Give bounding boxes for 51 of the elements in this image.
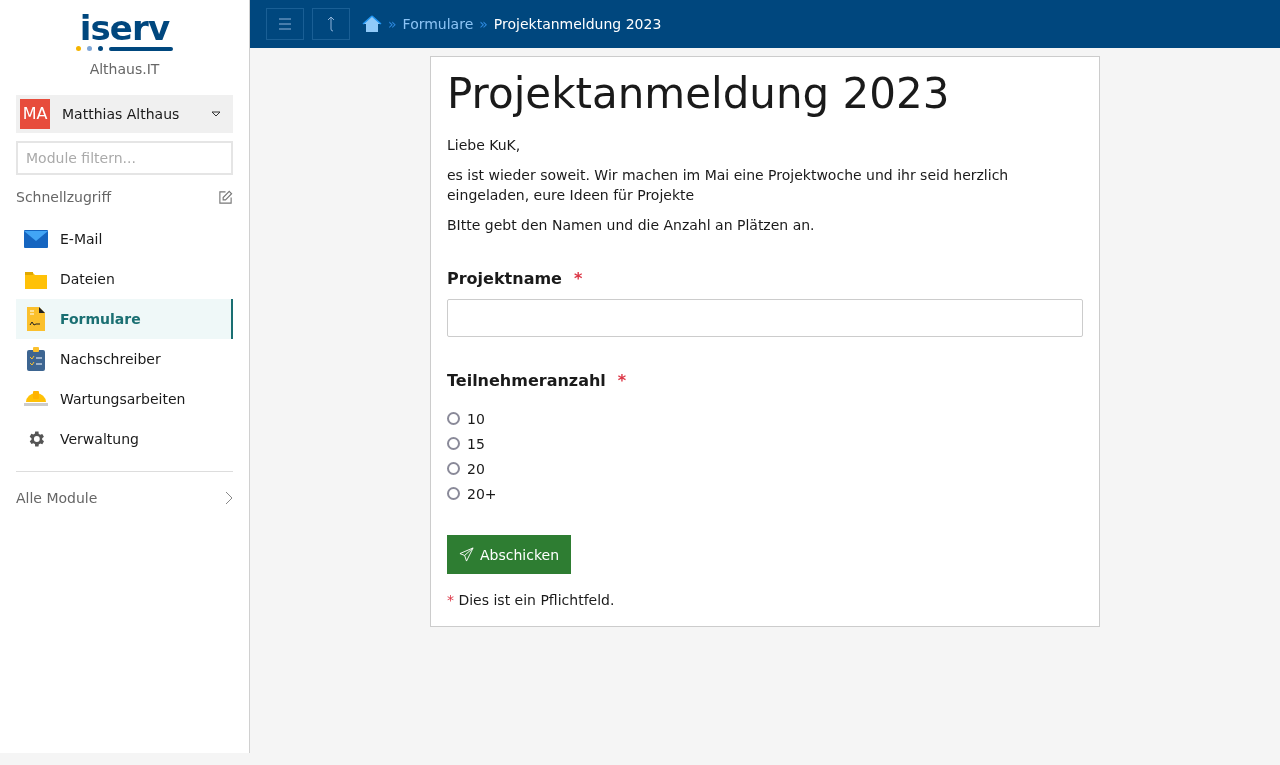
radio-button[interactable] <box>447 412 460 425</box>
breadcrumb-separator: » <box>479 15 488 34</box>
paragraph: BItte gebt den Namen und die Anzahl an Plätzen an. <box>447 216 816 235</box>
option-label: 10 <box>467 409 485 429</box>
required-mark: * <box>573 268 583 290</box>
up-button[interactable] <box>312 8 350 40</box>
sidebar-item[interactable]: Formulare <box>16 299 233 339</box>
submit-button[interactable]: Abschicken <box>447 535 571 574</box>
sidebar-item[interactable]: E-Mail <box>16 219 233 259</box>
logo: iserv <box>79 12 170 44</box>
sidebar-item[interactable]: Verwaltung <box>16 419 233 459</box>
folder-icon <box>24 269 48 289</box>
option-label: 20 <box>467 459 485 479</box>
breadcrumb-link[interactable]: Formulare <box>402 14 474 34</box>
text-field[interactable] <box>447 299 1083 337</box>
menu-button[interactable] <box>266 8 304 40</box>
required-mark: * <box>617 370 627 392</box>
menu-icon <box>278 18 292 30</box>
required-note: * Dies ist ein Pflichtfeld. <box>447 591 616 610</box>
logo-dots-icon <box>76 46 173 51</box>
paragraph: es ist wieder soweit. Wir machen im Mai eine Projektwoche und ihr seid herzlich eingeladen, eure Ideen für Projekte <box>447 166 1010 205</box>
option-label: 15 <box>467 434 485 454</box>
breadcrumb-separator: » <box>388 15 397 34</box>
form-icon <box>24 307 48 331</box>
arrow-up-icon <box>325 15 337 33</box>
send-icon <box>459 547 474 562</box>
mail-icon <box>24 230 48 248</box>
edit-icon[interactable] <box>218 189 233 205</box>
section-heading: Schnellzugriff <box>16 188 112 207</box>
sidebar-item[interactable]: Wartungsarbeiten <box>16 379 233 419</box>
field-label: Teilnehmeranzahl <box>447 370 606 392</box>
filter-field[interactable]: Module filtern... <box>16 141 233 175</box>
paragraph: Liebe KuK, <box>447 136 522 155</box>
radio-button[interactable] <box>447 462 460 475</box>
radio-button[interactable] <box>447 437 460 450</box>
sidebar-item[interactable]: Nachschreiber <box>16 339 233 379</box>
sidebar-item[interactable]: Dateien <box>16 259 233 299</box>
chevron-right-icon <box>225 491 233 505</box>
all-modules-link[interactable]: Alle Module <box>16 488 233 508</box>
clipboard-icon <box>24 347 48 371</box>
user-name: Matthias Althaus <box>62 105 181 124</box>
field-label: Projektname <box>447 268 562 290</box>
home-icon[interactable] <box>362 15 382 33</box>
avatar: MA <box>20 99 50 129</box>
form-title: Projektanmeldung 2023 <box>447 69 951 119</box>
hard-hat-icon <box>24 390 48 408</box>
user-menu[interactable]: MA Matthias Althaus <box>16 95 233 133</box>
radio-button[interactable] <box>447 487 460 500</box>
school-name: Althaus.IT <box>89 60 160 79</box>
caret-icon <box>211 111 221 117</box>
option-label: 20+ <box>467 484 497 504</box>
